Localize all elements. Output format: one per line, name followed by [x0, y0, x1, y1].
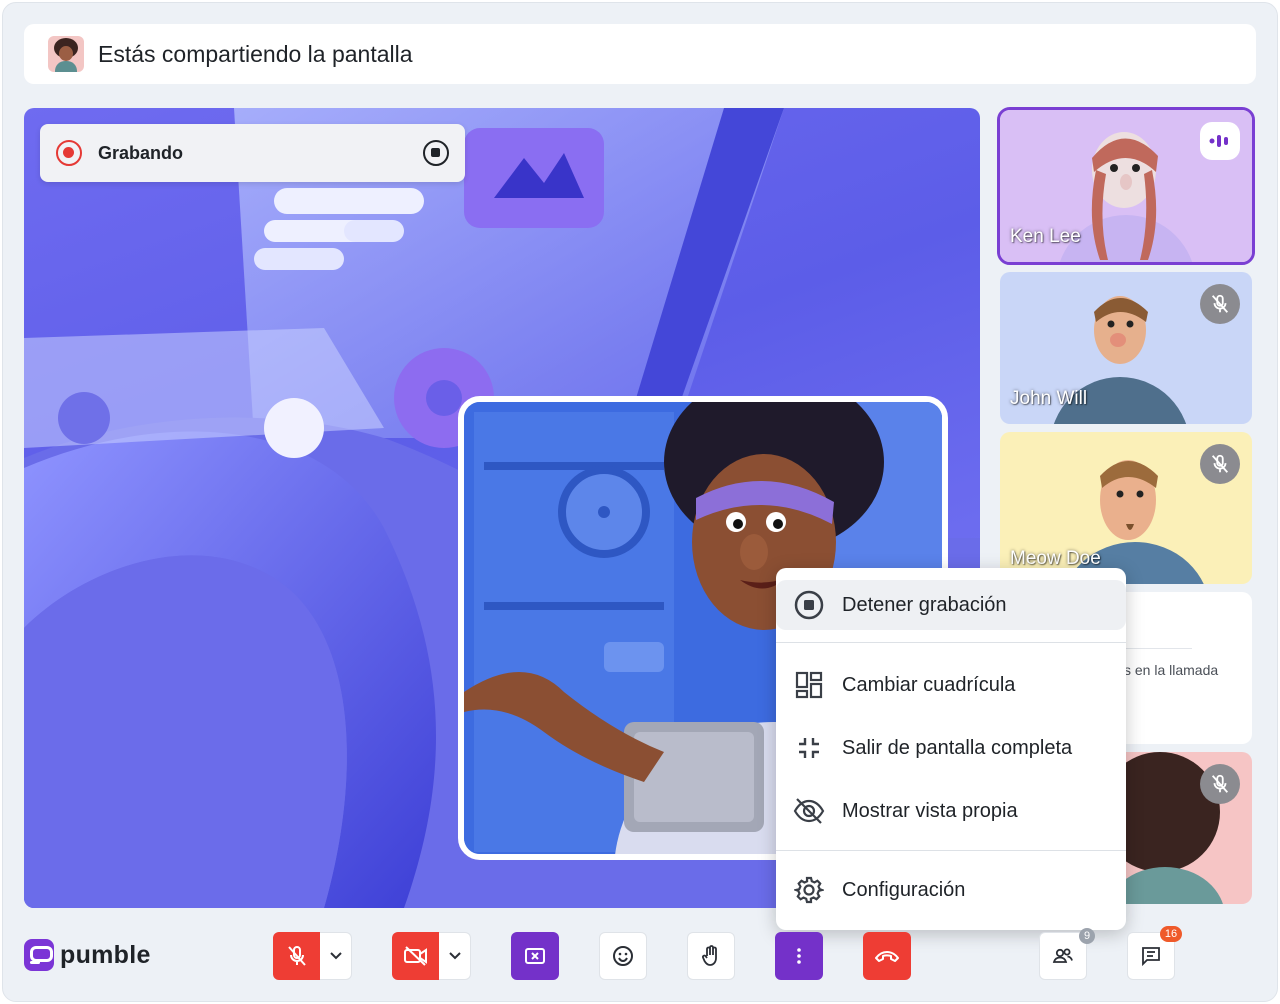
mic-off-icon	[288, 946, 306, 966]
stop-recording-icon	[792, 588, 826, 622]
more-icon	[797, 948, 801, 964]
avatar	[48, 36, 84, 72]
chat-unread-badge: 16	[1160, 926, 1182, 942]
leave-call-button[interactable]	[863, 932, 911, 980]
menu-item-exit-fullscreen[interactable]: Salir de pantalla completa	[776, 723, 1126, 773]
menu-divider	[776, 850, 1126, 851]
participant-tile[interactable]: Meow Doe	[1000, 432, 1252, 584]
hang-up-icon	[875, 951, 899, 962]
stop-screen-share-button[interactable]	[511, 932, 559, 980]
participant-name: John Will	[1010, 388, 1088, 409]
mute-mic-button[interactable]	[273, 932, 321, 980]
menu-item-label: Cambiar cuadrícula	[842, 673, 1016, 696]
video-off-icon	[404, 946, 427, 966]
share-banner-title: Estás compartiendo la pantalla	[98, 40, 413, 67]
menu-item-stop-recording[interactable]: Detener grabación	[776, 580, 1126, 630]
pumble-logo-icon	[24, 939, 54, 971]
participants-count-badge: 9	[1079, 928, 1095, 944]
mic-off-icon	[1200, 444, 1240, 484]
menu-item-label: Detener grabación	[842, 593, 1007, 616]
emoji-icon	[613, 946, 633, 966]
menu-divider	[776, 642, 1126, 643]
chat-icon	[1142, 947, 1160, 967]
menu-item-label: Mostrar vista propia	[842, 799, 1018, 822]
menu-item-show-self-view[interactable]: Mostrar vista propia	[776, 786, 1126, 836]
camera-options-dropdown[interactable]	[439, 932, 471, 980]
menu-item-settings[interactable]: Configuración	[776, 865, 1126, 915]
grid-layout-icon	[792, 668, 826, 702]
menu-item-label: Configuración	[842, 878, 966, 901]
exit-fullscreen-icon	[792, 731, 826, 765]
mic-options-dropdown[interactable]	[320, 932, 352, 980]
raise-hand-button[interactable]	[687, 932, 735, 980]
recording-label: Grabando	[98, 142, 184, 163]
speaking-indicator-icon	[1200, 122, 1240, 160]
screen-share-banner: Estás compartiendo la pantalla	[24, 24, 1256, 84]
more-options-menu: Detener grabación Cambiar cuadrícula Sal…	[776, 568, 1126, 930]
menu-item-label: Salir de pantalla completa	[842, 736, 1073, 759]
recording-dot-icon	[56, 140, 82, 166]
more-options-button[interactable]	[775, 932, 823, 980]
gear-icon	[792, 873, 826, 907]
participant-tile[interactable]: Ken Lee	[997, 107, 1255, 265]
chevron-down-icon	[448, 952, 461, 960]
participant-tile[interactable]: John Will	[1000, 272, 1252, 424]
stop-recording-button[interactable]	[423, 140, 449, 166]
people-icon	[1052, 948, 1073, 963]
participant-name: Meow Doe	[1010, 548, 1101, 569]
chevron-down-icon	[329, 952, 342, 960]
overflow-text: s en la llamada	[1124, 662, 1219, 678]
recording-indicator: Grabando	[40, 124, 465, 182]
reactions-button[interactable]	[599, 932, 647, 980]
menu-item-change-grid[interactable]: Cambiar cuadrícula	[776, 660, 1126, 710]
stop-share-icon	[525, 948, 545, 964]
raise-hand-icon	[702, 945, 717, 966]
eye-off-icon	[792, 794, 826, 828]
pumble-logo: pumble	[24, 939, 151, 971]
mic-off-icon	[1200, 764, 1240, 804]
mic-off-icon	[1200, 284, 1240, 324]
brand-name: pumble	[60, 940, 151, 969]
toggle-camera-button[interactable]	[392, 932, 440, 980]
participant-name: Ken Lee	[1010, 226, 1081, 247]
